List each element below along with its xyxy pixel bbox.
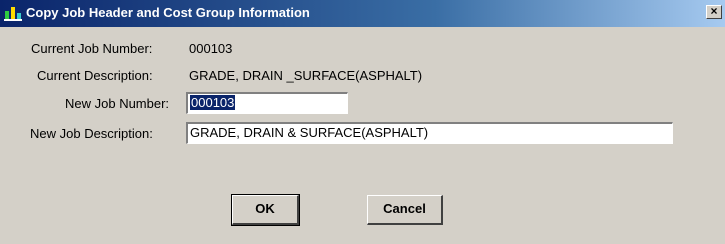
- current-job-number-label: Current Job Number:: [31, 41, 153, 56]
- new-job-number-value: 000103: [190, 95, 236, 110]
- new-job-description-value: GRADE, DRAIN & SURFACE(ASPHALT): [190, 125, 429, 140]
- window-title: Copy Job Header and Cost Group Informati…: [26, 5, 310, 20]
- new-job-number-label: New Job Number:: [65, 96, 170, 111]
- title-bar[interactable]: Copy Job Header and Cost Group Informati…: [0, 0, 725, 27]
- new-job-description-input[interactable]: GRADE, DRAIN & SURFACE(ASPHALT): [186, 122, 673, 144]
- close-icon[interactable]: ×: [706, 5, 722, 19]
- copy-job-dialog: Copy Job Header and Cost Group Informati…: [0, 0, 725, 244]
- current-description-label: Current Description:: [37, 68, 153, 83]
- new-job-description-label: New Job Description:: [30, 126, 153, 141]
- cancel-button[interactable]: Cancel: [367, 195, 443, 225]
- current-description-value: GRADE, DRAIN _SURFACE(ASPHALT): [189, 68, 423, 83]
- app-icon: [4, 7, 22, 21]
- new-job-number-input[interactable]: 000103: [186, 92, 348, 114]
- ok-button[interactable]: OK: [231, 194, 300, 226]
- current-job-number-value: 000103: [189, 41, 233, 56]
